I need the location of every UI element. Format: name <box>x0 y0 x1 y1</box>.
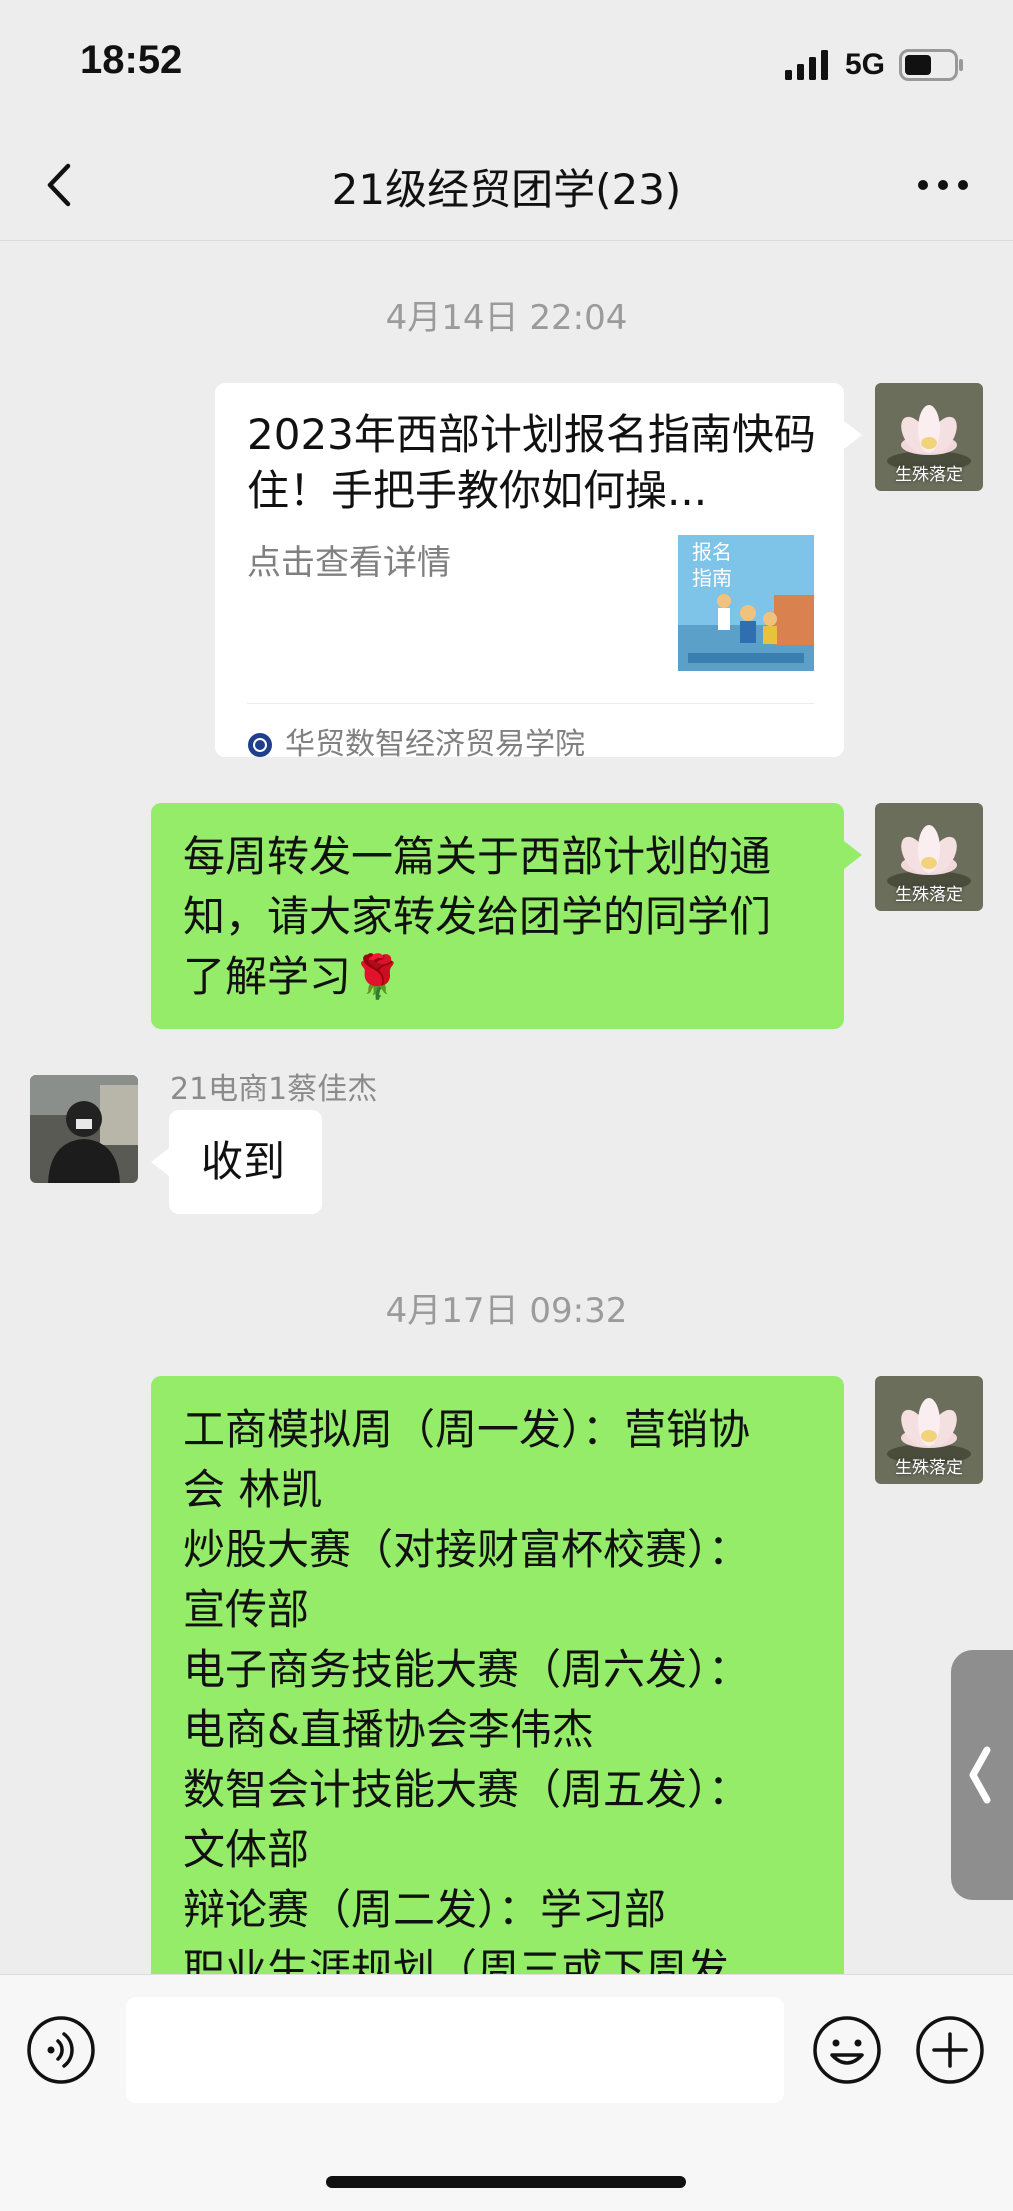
thumbnail-text: 指南 <box>692 566 732 590</box>
message-line: 辩论赛（周二发）：学习部 <box>183 1885 667 1934</box>
status-time: 18:52 <box>80 38 183 82</box>
avatar[interactable]: 生殊落定 <box>875 383 983 491</box>
rose-emoji: 🌹 <box>351 952 404 1001</box>
status-indicators: 5G <box>784 48 965 82</box>
card-title: 2023年西部计划报名指南快码住！手把手教你如何操... <box>247 410 816 515</box>
message-line: 电子商务技能大赛（周六发）： <box>183 1645 751 1694</box>
message-input[interactable] <box>126 1997 784 2103</box>
message-line: 数智会计技能大赛（周五发）： <box>183 1765 751 1814</box>
card-thumbnail: 报名 指南 <box>678 535 814 671</box>
signal-bars-icon <box>784 50 828 80</box>
card-thumbnail-image: 报名 指南 <box>678 535 814 671</box>
message-timestamp: 4月14日 22:04 <box>385 298 628 338</box>
avatar-caption: 生殊落定 <box>895 885 963 905</box>
chat-header: 21级经贸团学(23) <box>0 130 1013 241</box>
card-divider <box>247 703 814 704</box>
message-line: 工商模拟周（周一发）：营销协 <box>183 1405 751 1454</box>
plus-button[interactable] <box>915 2015 985 2085</box>
avatar[interactable]: 生殊落定 <box>875 803 983 911</box>
avatar-caption: 生殊落定 <box>895 465 963 485</box>
bubble-tail <box>844 421 862 449</box>
avatar-caption: 生殊落定 <box>895 1458 963 1478</box>
chat-message[interactable]: 收到 <box>151 1110 322 1214</box>
chat-message[interactable]: 工商模拟周（周一发）：营销协 会 林凯 炒股大赛（对接财富杯校赛）： 宣传部 电… <box>151 1376 844 2016</box>
message-text: 每周转发一篇关于西部计划的通 知，请大家转发给团学的同学们 了解学习🌹 <box>183 827 823 1007</box>
chat-title: 21级经贸团学(23) <box>331 165 682 214</box>
chat-message[interactable]: 每周转发一篇关于西部计划的通 知，请大家转发给团学的同学们 了解学习🌹 <box>151 803 862 1029</box>
message-text: 工商模拟周（周一发）：营销协 会 林凯 炒股大赛（对接财富杯校赛）： 宣传部 电… <box>183 1400 823 2000</box>
status-bar: 18:52 5G <box>0 0 1013 130</box>
message-line: 知，请大家转发给团学的同学们 <box>183 892 772 941</box>
person-avatar-image <box>30 1075 138 1183</box>
battery-icon <box>899 49 963 81</box>
message-line: 了解学习 <box>183 952 352 1001</box>
message-line: 每周转发一篇关于西部计划的通 <box>183 832 772 881</box>
card-source-name: 华贸数智经济贸易学院 <box>285 727 585 762</box>
floating-side-tab[interactable] <box>951 1650 1013 1900</box>
card-description: 点击查看详情 <box>247 543 451 583</box>
sender-name: 21电商1蔡佳杰 <box>170 1072 378 1107</box>
avatar[interactable]: 生殊落定 <box>875 1376 983 1484</box>
chevron-left-icon <box>969 1746 991 1804</box>
link-card[interactable]: 2023年西部计划报名指南快码住！手把手教你如何操... 点击查看详情 报名 指… <box>215 383 862 762</box>
message-line: 炒股大赛（对接财富杯校赛）： <box>183 1525 751 1574</box>
publisher-logo-icon <box>248 733 272 757</box>
emoji-button[interactable] <box>812 2015 882 2085</box>
home-indicator <box>326 2176 686 2188</box>
network-label: 5G <box>844 48 885 81</box>
voice-button[interactable] <box>26 2015 96 2085</box>
avatar[interactable] <box>30 1075 138 1183</box>
card-source: 华贸数智经济贸易学院 <box>247 715 585 775</box>
emoji-smile-icon <box>813 2016 881 2084</box>
bubble-tail <box>844 841 862 869</box>
more-button[interactable] <box>913 160 973 210</box>
bubble-tail <box>151 1148 169 1176</box>
message-text: 收到 <box>201 1137 286 1186</box>
message-timestamp: 4月17日 09:32 <box>385 1291 628 1331</box>
plus-circle-icon <box>916 2016 984 2084</box>
message-line: 会 林凯 <box>183 1465 323 1514</box>
message-line: 文体部 <box>183 1825 310 1874</box>
voice-icon <box>27 2016 95 2084</box>
more-dots-icon <box>918 180 968 190</box>
message-line: 电商&直播协会李伟杰 <box>183 1705 594 1754</box>
thumbnail-text: 报名 <box>692 540 732 564</box>
message-line: 宣传部 <box>183 1585 310 1634</box>
